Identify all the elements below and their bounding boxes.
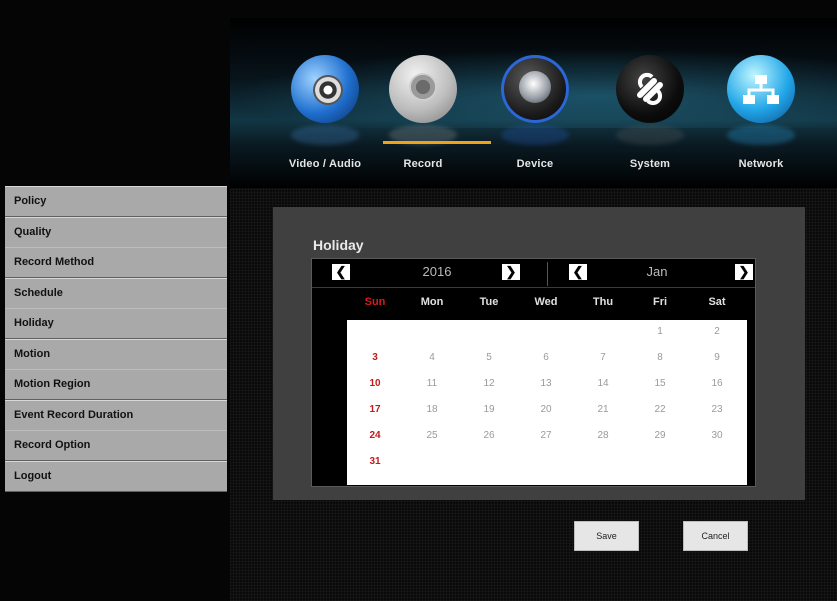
calendar-day[interactable]: 16	[697, 378, 737, 389]
nav-label-system: System	[629, 158, 671, 170]
sidebar-item-motion-region[interactable]: Motion Region	[5, 369, 227, 399]
weekday-label: Wed	[534, 296, 558, 308]
calendar-day[interactable]: 12	[469, 378, 509, 389]
calendar-day[interactable]: 19	[469, 404, 509, 415]
weekday-label: Sat	[708, 296, 726, 308]
calendar-day-grid: 1 2 3 4 5 6 7 8 9 10 11 12 13 14 15 16 17 18 19 20 21 22 23 24 2…	[347, 320, 747, 485]
calendar-day[interactable]: 18	[412, 404, 452, 415]
calendar-day[interactable]: 22	[640, 404, 680, 415]
calendar-day[interactable]: 7	[583, 352, 623, 363]
sidebar-group-quality: Quality Record Method	[5, 217, 227, 278]
navbar-divider	[547, 262, 548, 286]
next-month-button[interactable]: ❯	[735, 264, 753, 280]
device-icon	[501, 55, 569, 123]
sidebar-item-record-option[interactable]: Record Option	[5, 430, 227, 460]
sidebar-group-policy: Policy	[5, 186, 227, 217]
nav-record[interactable]: Record	[383, 55, 463, 175]
sidebar-item-quality[interactable]: Quality	[5, 218, 227, 247]
calendar-day[interactable]: 23	[697, 404, 737, 415]
calendar-day[interactable]: 29	[640, 430, 680, 441]
calendar-day[interactable]: 28	[583, 430, 623, 441]
prev-month-button[interactable]: ❮	[569, 264, 587, 280]
sidebar: Policy Quality Record Method Schedule Ho…	[5, 186, 227, 492]
video-audio-icon	[291, 55, 359, 123]
nav-label-record: Record	[403, 158, 443, 170]
calendar-day[interactable]: 10	[355, 378, 395, 389]
calendar-day[interactable]: 27	[526, 430, 566, 441]
next-year-button[interactable]: ❯	[502, 264, 520, 280]
calendar-day[interactable]: 14	[583, 378, 623, 389]
month-value: Jan	[646, 264, 668, 279]
weekday-label: Tue	[479, 296, 499, 308]
weekday-label: Fri	[652, 296, 668, 308]
calendar-day[interactable]: 8	[640, 352, 680, 363]
calendar-day[interactable]: 11	[412, 378, 452, 389]
sidebar-item-logout[interactable]: Logout	[5, 462, 227, 491]
sidebar-item-motion[interactable]: Motion	[5, 340, 227, 369]
calendar-day[interactable]: 9	[697, 352, 737, 363]
weekday-label: Sun	[364, 296, 386, 308]
prev-year-button[interactable]: ❮	[332, 264, 350, 280]
sidebar-item-schedule[interactable]: Schedule	[5, 279, 227, 308]
record-icon	[389, 55, 457, 123]
calendar-day[interactable]: 5	[469, 352, 509, 363]
nav-system[interactable]: System	[610, 55, 690, 175]
calendar-day[interactable]: 21	[583, 404, 623, 415]
calendar-day[interactable]: 17	[355, 404, 395, 415]
nav-device[interactable]: Device	[495, 55, 575, 175]
calendar-day[interactable]: 24	[355, 430, 395, 441]
calendar-day[interactable]: 20	[526, 404, 566, 415]
holiday-calendar: ❮ 2016 ❯ ❮ Jan ❯ Sun Mon Tue Wed Thu Fri Sat 1…	[311, 258, 756, 487]
sidebar-group-schedule: Schedule Holiday	[5, 278, 227, 339]
nav-video-audio[interactable]: Video / Audio	[285, 55, 365, 175]
calendar-day[interactable]: 15	[640, 378, 680, 389]
calendar-day[interactable]: 13	[526, 378, 566, 389]
calendar-day[interactable]: 6	[526, 352, 566, 363]
panel-title: Holiday	[313, 237, 364, 253]
sidebar-item-event-record-duration[interactable]: Event Record Duration	[5, 401, 227, 430]
calendar-navbar: ❮ 2016 ❯ ❮ Jan ❯	[312, 259, 755, 288]
save-button[interactable]: Save	[574, 521, 639, 551]
cancel-button[interactable]: Cancel	[683, 521, 748, 551]
sidebar-group-event: Event Record Duration Record Option	[5, 400, 227, 461]
nav-label-video-audio: Video / Audio	[288, 158, 362, 170]
sidebar-item-record-method[interactable]: Record Method	[5, 247, 227, 277]
year-value: 2016	[422, 264, 452, 279]
calendar-day[interactable]: 3	[355, 352, 395, 363]
calendar-day[interactable]: 2	[697, 326, 737, 337]
sidebar-group-logout: Logout	[5, 461, 227, 492]
nav-label-network: Network	[738, 158, 784, 170]
calendar-day[interactable]: 1	[640, 326, 680, 337]
sidebar-group-motion: Motion Motion Region	[5, 339, 227, 400]
calendar-day[interactable]: 25	[412, 430, 452, 441]
system-icon	[616, 55, 684, 123]
sidebar-item-policy[interactable]: Policy	[5, 187, 227, 216]
calendar-day[interactable]: 31	[355, 456, 395, 467]
sidebar-item-holiday[interactable]: Holiday	[5, 308, 227, 338]
screen: Video / Audio Record Device System Netwo…	[0, 0, 837, 601]
calendar-day[interactable]: 30	[697, 430, 737, 441]
network-icon	[727, 55, 795, 123]
weekday-label: Mon	[420, 296, 444, 308]
calendar-day[interactable]: 26	[469, 430, 509, 441]
weekday-label: Thu	[592, 296, 614, 308]
nav-label-device: Device	[516, 158, 554, 170]
nav-network[interactable]: Network	[721, 55, 801, 175]
active-tab-indicator	[383, 141, 491, 144]
calendar-day[interactable]: 4	[412, 352, 452, 363]
